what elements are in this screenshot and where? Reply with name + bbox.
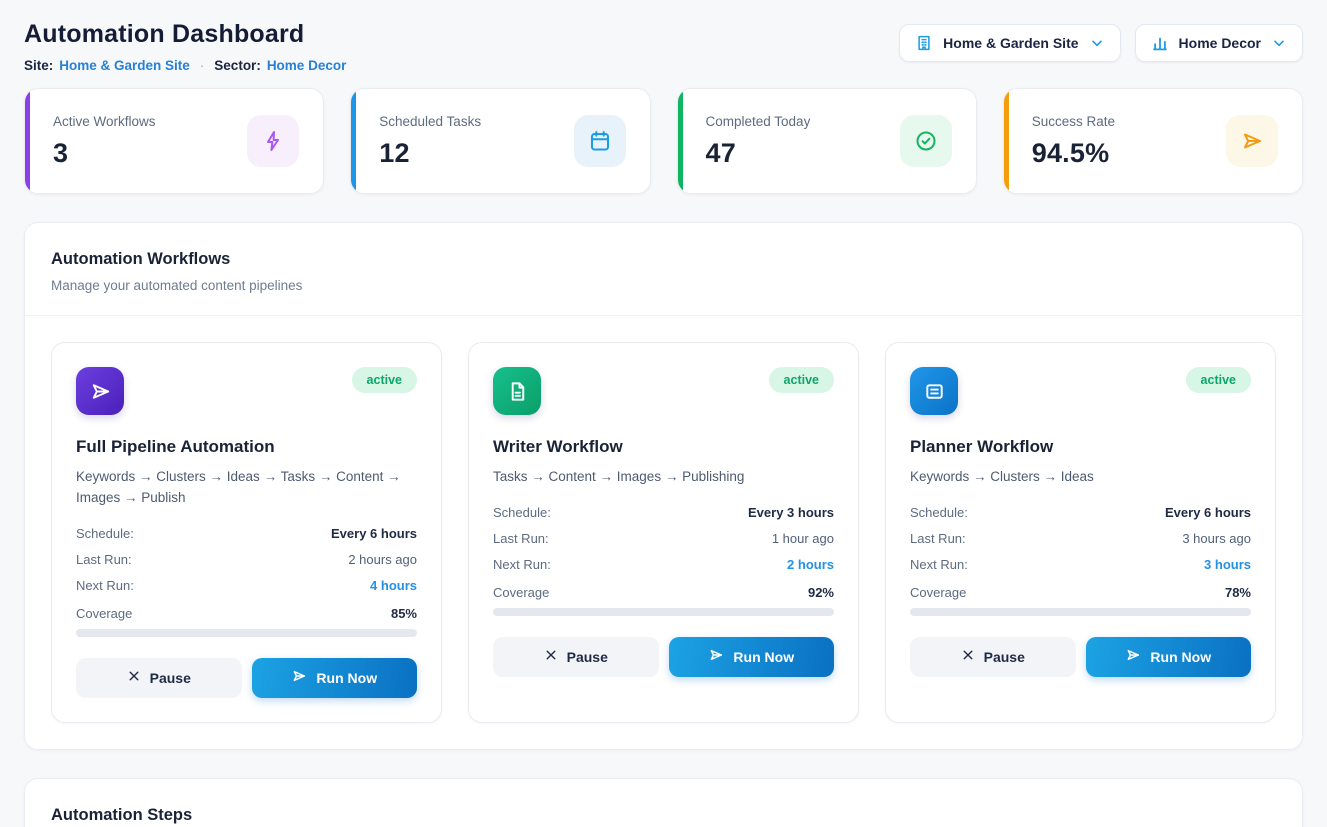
pause-button[interactable]: Pause [910, 637, 1076, 677]
run-now-button[interactable]: Run Now [252, 658, 418, 698]
schedule-row: Schedule: Every 3 hours [493, 505, 834, 520]
send-icon [1125, 647, 1141, 666]
status-badge: active [1186, 367, 1251, 393]
stat-card-success-rate: Success Rate 94.5% [1003, 88, 1303, 194]
stat-card-scheduled-tasks: Scheduled Tasks 12 [350, 88, 650, 194]
sector-selector-dropdown[interactable]: Home Decor [1135, 24, 1303, 62]
x-icon [961, 648, 975, 665]
next-run-row: Next Run: 2 hours [493, 557, 834, 572]
sector-link[interactable]: Home Decor [267, 58, 347, 73]
automation-steps-title: Automation Steps [51, 806, 1276, 825]
header-left: Automation Dashboard Site: Home & Garden… [24, 20, 346, 73]
workflows-panel: Automation Workflows Manage your automat… [24, 222, 1303, 750]
coverage-block: Coverage 85% [76, 606, 417, 637]
send-icon [291, 668, 307, 687]
x-icon [127, 669, 141, 686]
coverage-block: Coverage 78% [910, 585, 1251, 616]
workflow-title: Planner Workflow [910, 437, 1251, 457]
breadcrumb: Site: Home & Garden Site · Sector: Home … [24, 58, 346, 73]
workflows-grid: active Full Pipeline Automation Keywords… [25, 316, 1302, 749]
workflow-pipeline: Keywords → Clusters → Ideas [910, 467, 1251, 488]
workflow-title: Full Pipeline Automation [76, 437, 417, 457]
bar-chart-icon [1151, 34, 1169, 52]
stat-value: 47 [706, 138, 811, 169]
automation-steps-panel: Automation Steps Configure which steps a… [24, 778, 1303, 827]
coverage-value: 78% [1225, 585, 1251, 600]
next-run-row: Next Run: 3 hours [910, 557, 1251, 572]
workflows-title: Automation Workflows [51, 250, 1276, 269]
site-selector-label: Home & Garden Site [943, 35, 1078, 51]
automation-dashboard-page: Automation Dashboard Site: Home & Garden… [0, 0, 1327, 827]
coverage-progress-fill [493, 608, 807, 616]
site-label: Site: [24, 58, 53, 73]
status-badge: active [769, 367, 834, 393]
page-header: Automation Dashboard Site: Home & Garden… [24, 20, 1303, 73]
workflows-panel-header: Automation Workflows Manage your automat… [25, 223, 1302, 316]
x-icon [544, 648, 558, 665]
stat-label: Active Workflows [53, 114, 156, 129]
stat-value: 12 [379, 138, 481, 169]
coverage-progress-bar [493, 608, 834, 616]
chevron-down-icon [1089, 35, 1105, 51]
stats-row: Active Workflows 3 Scheduled Tasks 12 Co… [24, 88, 1303, 194]
stat-card-completed-today: Completed Today 47 [677, 88, 977, 194]
pause-button[interactable]: Pause [76, 658, 242, 698]
coverage-progress-bar [76, 629, 417, 637]
last-run-row: Last Run: 3 hours ago [910, 531, 1251, 546]
workflow-pipeline: Tasks → Content → Images → Publishing [493, 467, 834, 488]
pause-button[interactable]: Pause [493, 637, 659, 677]
workflow-pipeline: Keywords → Clusters → Ideas → Tasks → Co… [76, 467, 417, 509]
lightning-icon [247, 115, 299, 167]
stat-value: 94.5% [1032, 138, 1115, 169]
run-now-button[interactable]: Run Now [669, 637, 835, 677]
send-icon [76, 367, 124, 415]
status-badge: active [352, 367, 417, 393]
header-actions: Home & Garden Site Home Decor [899, 24, 1303, 62]
workflow-card-planner: active Planner Workflow Keywords → Clust… [885, 342, 1276, 723]
automation-steps-header: Automation Steps Configure which steps a… [25, 779, 1302, 827]
workflow-title: Writer Workflow [493, 437, 834, 457]
site-selector-dropdown[interactable]: Home & Garden Site [899, 24, 1120, 62]
last-run-row: Last Run: 1 hour ago [493, 531, 834, 546]
schedule-row: Schedule: Every 6 hours [910, 505, 1251, 520]
building-icon [915, 34, 933, 52]
accent-stripe [1004, 89, 1009, 193]
check-circle-icon [900, 115, 952, 167]
page-title: Automation Dashboard [24, 20, 346, 49]
sector-selector-label: Home Decor [1179, 35, 1261, 51]
sector-label: Sector: [214, 58, 261, 73]
workflow-card-full-pipeline: active Full Pipeline Automation Keywords… [51, 342, 442, 723]
site-link[interactable]: Home & Garden Site [59, 58, 190, 73]
run-now-button[interactable]: Run Now [1086, 637, 1252, 677]
next-run-row: Next Run: 4 hours [76, 578, 417, 593]
last-run-row: Last Run: 2 hours ago [76, 552, 417, 567]
calendar-icon [574, 115, 626, 167]
stat-card-active-workflows: Active Workflows 3 [24, 88, 324, 194]
chevron-down-icon [1271, 35, 1287, 51]
stat-label: Completed Today [706, 114, 811, 129]
accent-stripe [678, 89, 683, 193]
stat-label: Scheduled Tasks [379, 114, 481, 129]
coverage-progress-bar [910, 608, 1251, 616]
coverage-value: 85% [391, 606, 417, 621]
coverage-value: 92% [808, 585, 834, 600]
document-icon [493, 367, 541, 415]
send-icon [1226, 115, 1278, 167]
stat-label: Success Rate [1032, 114, 1115, 129]
accent-stripe [351, 89, 356, 193]
coverage-block: Coverage 92% [493, 585, 834, 616]
stat-value: 3 [53, 138, 156, 169]
schedule-row: Schedule: Every 6 hours [76, 526, 417, 541]
workflow-card-writer: active Writer Workflow Tasks → Content →… [468, 342, 859, 723]
coverage-progress-fill [76, 629, 366, 637]
workflows-subtitle: Manage your automated content pipelines [51, 278, 1276, 293]
coverage-progress-fill [910, 608, 1176, 616]
send-icon [708, 647, 724, 666]
separator-dot: · [196, 58, 209, 73]
list-icon [910, 367, 958, 415]
accent-stripe [25, 89, 30, 193]
